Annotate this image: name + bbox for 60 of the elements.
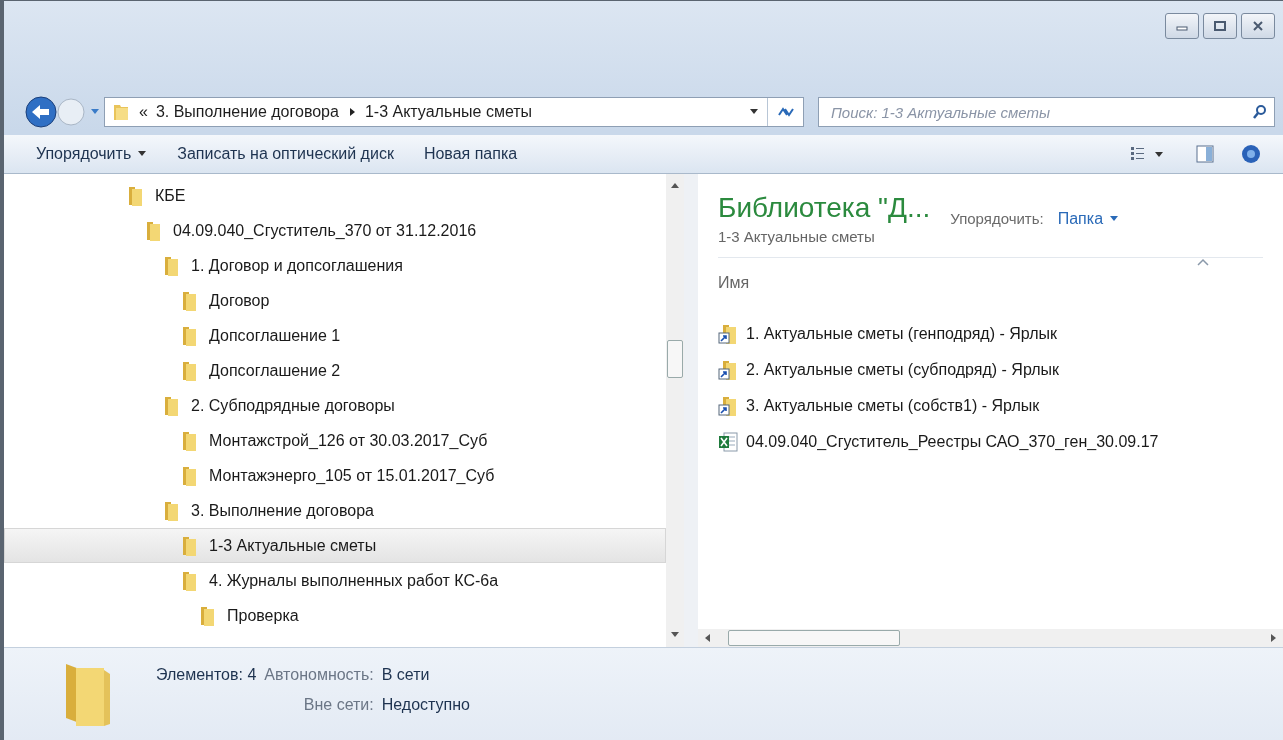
back-button[interactable] [24,95,58,129]
caret-icon [137,150,148,158]
maximize-button[interactable] [1203,13,1237,39]
scroll-right-arrow-icon[interactable] [1269,633,1277,643]
tree-item[interactable]: Проверка [4,598,666,633]
arrange-dropdown[interactable]: Папка [1057,209,1120,228]
address-bar[interactable]: « 3. Выполнение договора 1-3 Актуальные сметы [104,97,804,127]
close-icon [1252,21,1264,31]
spreadsheet-icon [718,431,738,453]
scroll-up-arrow-icon[interactable] [670,182,680,190]
shortcut-folder-icon [718,323,738,345]
scroll-down-arrow-icon[interactable] [670,631,680,639]
tree-item[interactable]: Монтажэнерго_105 от 15.01.2017_Суб [4,458,666,493]
breadcrumb-item[interactable]: 3. Выполнение договора [155,103,339,121]
search-field[interactable]: Поиск: 1-3 Актуальные сметы [818,97,1275,127]
new-folder-button[interactable]: Новая папка [415,139,526,169]
caret-icon[interactable] [90,108,100,116]
offline-availability-value: Недоступно [381,696,470,714]
scroll-thumb[interactable] [728,630,900,646]
search-icon[interactable] [1252,104,1268,120]
column-header[interactable]: Имя [718,274,750,292]
tree-item[interactable]: Договор [4,283,666,318]
organize-button[interactable]: Упорядочить [28,139,156,169]
item-count: Элементов: 4 [156,666,257,684]
tree-item[interactable]: 1-3 Актуальные сметы [4,528,666,563]
tree-item[interactable]: 04.09.040_Сгуститель_370 от 31.12.2016 [4,213,666,248]
tree-item[interactable]: КБЕ [4,178,666,213]
shortcut-folder-icon [718,359,738,381]
vertical-scrollbar[interactable] [666,174,684,647]
tree-item[interactable]: 1. Договор и допсоглашения [4,248,666,283]
offline-status-label: Автономность: [264,666,374,684]
breadcrumb-item[interactable]: 1-3 Актуальные сметы [364,103,533,121]
shortcut-folder-icon [718,395,738,417]
file-item[interactable]: 3. Актуальные сметы (собств1) - Ярлык [718,388,1283,424]
tree-item[interactable]: Монтажстрой_126 от 30.03.2017_Суб [4,423,666,458]
preview-pane-icon [1195,144,1215,164]
library-title: Библиотека "Д... [718,192,931,224]
overflow-chevron[interactable]: « [139,103,148,121]
file-item[interactable]: 1. Актуальные сметы (генподряд) - Ярлык [718,316,1283,352]
dropdown-caret-icon[interactable] [749,108,759,116]
offline-status-value: В сети [381,666,431,684]
maximize-icon [1214,21,1226,31]
tree-item[interactable]: Допсоглашение 1 [4,318,666,353]
library-subtitle: 1-3 Актуальные сметы [718,228,876,245]
scroll-thumb[interactable] [667,340,683,378]
file-item[interactable]: 2. Актуальные сметы (субподряд) - Ярлык [718,352,1283,388]
scroll-left-arrow-icon[interactable] [704,633,712,643]
file-item[interactable]: 04.09.040_Сгуститель_Реестры САО_370_ген_30.09.17 [718,424,1283,460]
tree-item[interactable]: Допсоглашение 2 [4,353,666,388]
horizontal-scrollbar[interactable] [698,629,1283,647]
offline-availability-label: Вне сети: [303,696,374,714]
tree-item[interactable]: 2. Субподрядные договоры [4,388,666,423]
burn-disc-button[interactable]: Записать на оптический диск [169,139,402,169]
tree-item[interactable]: 4. Журналы выполненных работ КС-6а [4,563,666,598]
close-button[interactable] [1241,13,1275,39]
folder-icon [111,102,131,122]
arrange-label: Упорядочить: [950,210,1044,227]
caret-icon [1109,214,1120,223]
minimize-button[interactable] [1165,13,1199,39]
tree-item[interactable]: 3. Выполнение договора [4,493,666,528]
